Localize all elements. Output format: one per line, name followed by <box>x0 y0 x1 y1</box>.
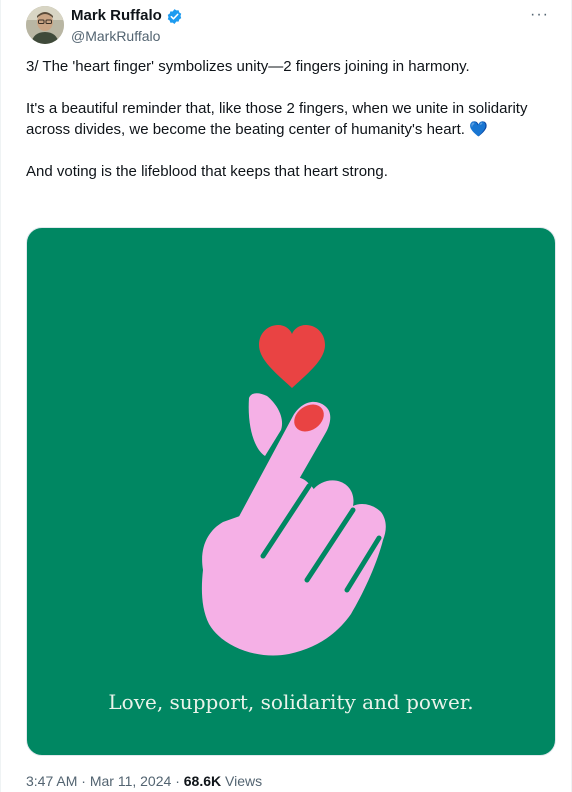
finger-heart-illustration <box>201 325 386 656</box>
tweet-card: Mark Ruffalo @MarkRuffalo ··· 3/ The 'he… <box>0 0 572 792</box>
verified-badge-icon[interactable] <box>166 8 183 25</box>
meta-separator: · <box>175 773 180 789</box>
tweet-paragraph: And voting is the lifeblood that keeps t… <box>26 163 388 180</box>
image-caption: Love, support, solidarity and power. <box>108 690 474 714</box>
tweet-meta: 3:47 AM · Mar 11, 2024 · 68.6K Views <box>26 772 262 790</box>
tweet-paragraph: 3/ The 'heart finger' symbolizes unity—2… <box>26 58 470 75</box>
author-display-name[interactable]: Mark Ruffalo <box>71 7 162 25</box>
more-options-icon[interactable]: ··· <box>530 6 549 24</box>
tweet-paragraph: It's a beautiful reminder that, like tho… <box>26 100 532 138</box>
avatar[interactable] <box>26 6 64 44</box>
tweet-time[interactable]: 3:47 AM <box>26 773 77 789</box>
finger-heart-hand-icon <box>201 393 386 656</box>
tweet-text: 3/ The 'heart finger' symbolizes unity—2… <box>26 56 546 182</box>
views-count: 68.6K <box>183 773 222 789</box>
avatar-photo <box>26 6 64 44</box>
views-label: Views <box>225 773 263 789</box>
author-handle[interactable]: @MarkRuffalo <box>71 27 160 45</box>
tweet-date[interactable]: Mar 11, 2024 <box>90 773 171 789</box>
red-heart-icon <box>259 325 325 388</box>
tweet-media-image[interactable]: Love, support, solidarity and power. <box>26 227 556 756</box>
meta-separator: · <box>81 773 86 789</box>
author-name-row: Mark Ruffalo <box>71 7 183 25</box>
